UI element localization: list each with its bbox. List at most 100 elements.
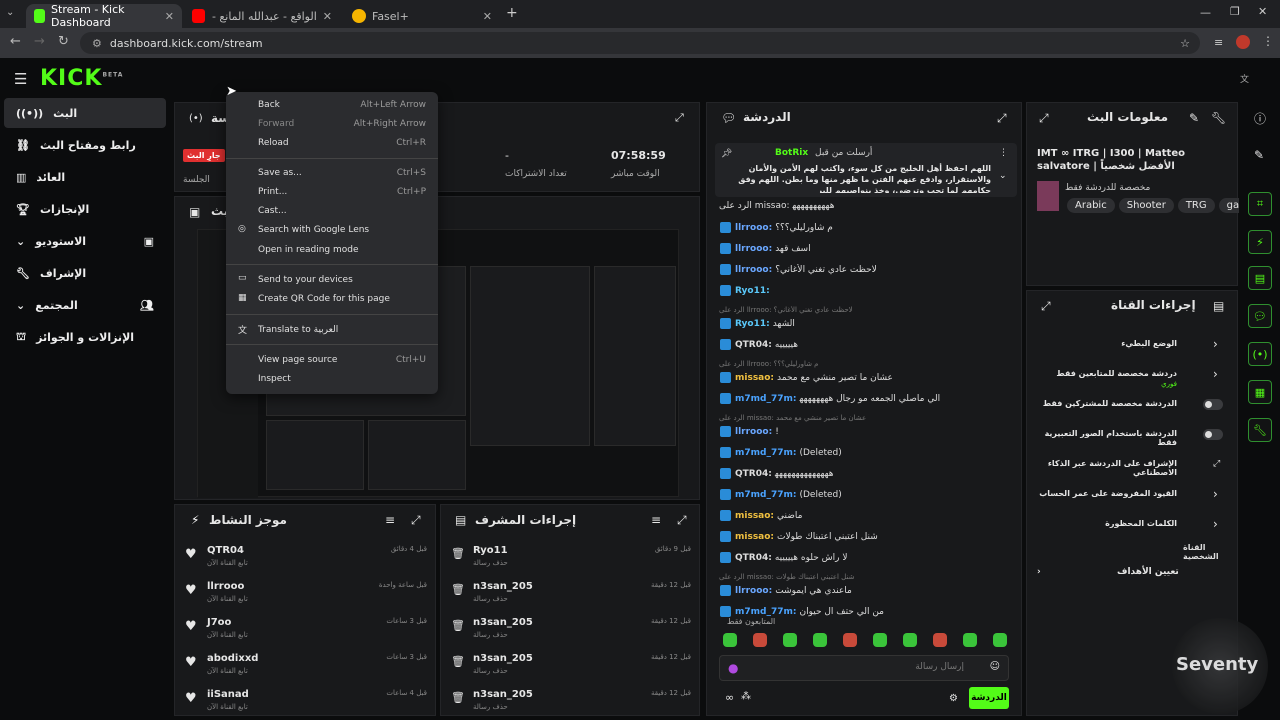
chat-username[interactable]: m7md_77m: [735, 490, 796, 500]
chat-username[interactable]: missao: [735, 532, 774, 542]
chat-username[interactable]: QTR04: [735, 469, 772, 479]
ctx-reading-mode[interactable]: Open in reading mode [258, 243, 426, 257]
chat-username[interactable]: m7md_77m: [735, 607, 796, 617]
chevron-right-icon[interactable]: › [1213, 517, 1218, 531]
emote-icon[interactable] [843, 633, 857, 647]
ctx-search-lens[interactable]: Search with Google Lens [258, 223, 426, 237]
profile-avatar[interactable] [1236, 35, 1250, 49]
sidebar-item-drops[interactable]: ⛫ الإنزالات و الجوائز [4, 322, 166, 352]
tab-fasel[interactable]: Fasel+ ✕ [344, 4, 500, 28]
sidebar-item-revenue[interactable]: ▥ العائد [4, 162, 166, 192]
rail-layout-icon[interactable]: ▦ [1248, 380, 1272, 404]
chevron-right-icon[interactable]: › [1213, 487, 1218, 501]
ctx-translate[interactable]: Translate to العربية [258, 323, 426, 337]
community-icon[interactable]: ⁂ [741, 691, 751, 702]
kick-logo[interactable]: KICKBETA [40, 66, 123, 91]
restore-icon[interactable]: ❐ [1230, 5, 1240, 18]
chevron-down-icon[interactable]: ⌄ [999, 171, 1007, 181]
toggle-switch[interactable] [1203, 429, 1223, 440]
chat-username[interactable]: llrrooo: [735, 586, 772, 596]
emoji-icon[interactable]: ☺ [990, 661, 1000, 672]
close-window-icon[interactable]: ✕ [1258, 5, 1267, 18]
ctx-send-devices[interactable]: Send to your devices [258, 273, 426, 287]
chat-username[interactable]: missao: [735, 373, 774, 383]
ctx-reload[interactable]: Reload Ctrl+R [258, 136, 426, 150]
chat-username[interactable]: llrrooo: [735, 244, 772, 254]
hamburger-menu-icon[interactable]: ☰ [14, 70, 27, 88]
rail-lightning-icon[interactable]: ⚡︎ [1248, 230, 1272, 254]
infinity-icon[interactable]: ∞ [725, 691, 734, 704]
chat-username[interactable]: QTR04: [735, 553, 772, 563]
sidebar-item-stream-key[interactable]: ⛓ رابط ومفتاح البث [4, 130, 166, 160]
tab-youtube[interactable]: الواقع - عبدالله المانع - YouTube ✕ [184, 4, 340, 28]
ctx-save-as[interactable]: Save as... Ctrl+S [258, 166, 426, 180]
rail-chat-icon[interactable]: 💬︎ [1248, 304, 1272, 328]
filter-icon[interactable]: ≡ [651, 513, 661, 527]
ctx-back[interactable]: Back Alt+Left Arrow [258, 98, 426, 112]
ctx-view-source[interactable]: View page source Ctrl+U [258, 353, 426, 367]
expand-icon[interactable]: ⤢ [411, 513, 421, 528]
expand-icon[interactable]: ⤢ [1039, 111, 1049, 126]
minimize-icon[interactable]: — [1200, 6, 1211, 19]
emote-icon[interactable] [963, 633, 977, 647]
ctx-print[interactable]: Print... Ctrl+P [258, 185, 426, 199]
bookmark-star-icon[interactable]: ☆ [1180, 37, 1190, 50]
close-tab-icon[interactable]: ✕ [483, 10, 492, 23]
filter-icon[interactable]: ≡ [385, 513, 395, 527]
external-link-icon[interactable]: ⤢ [1213, 459, 1220, 469]
emote-icon[interactable] [873, 633, 887, 647]
back-icon[interactable]: ← [10, 34, 21, 49]
emote-icon[interactable] [813, 633, 827, 647]
emote-icon[interactable] [903, 633, 917, 647]
emote-icon[interactable] [933, 633, 947, 647]
chat-username[interactable]: llrrooo: [735, 265, 772, 275]
expand-icon[interactable]: ⤢ [675, 111, 684, 125]
chat-username[interactable]: llrrooo: [735, 223, 772, 233]
tab-search-icon[interactable]: ⌄ [6, 7, 14, 18]
sidebar-item-community[interactable]: ⌄ المجتمع 👥︎ [4, 290, 166, 320]
chat-username[interactable]: Ryo11: [735, 286, 770, 296]
close-tab-icon[interactable]: ✕ [323, 10, 332, 23]
browser-menu-icon[interactable]: ⋮ [1262, 34, 1274, 48]
expand-icon[interactable]: ⤢ [677, 513, 687, 528]
ctx-inspect[interactable]: Inspect [258, 372, 426, 386]
tab-kick-dashboard[interactable]: Stream - Kick Dashboard ✕ [26, 3, 182, 29]
rail-crop-icon[interactable]: ⌗ [1248, 192, 1272, 216]
chat-username[interactable]: missao: [735, 511, 774, 521]
expand-icon[interactable]: ⤢ [1041, 299, 1051, 314]
extensions-icon[interactable]: ≡ [1214, 36, 1223, 49]
chat-input[interactable]: ● إرسال رسالة ☺ [719, 655, 1009, 681]
ctx-qr-code[interactable]: Create QR Code for this page [258, 292, 426, 306]
pin-icon[interactable]: 📌︎ [721, 149, 732, 159]
edit-pencil-icon[interactable]: ✎ [1189, 111, 1199, 125]
chevron-right-icon[interactable]: › [1213, 337, 1218, 351]
rail-broadcast-icon[interactable]: (•) [1248, 342, 1272, 366]
emote-icon[interactable] [783, 633, 797, 647]
edit-pencil-icon[interactable]: ✎ [1254, 148, 1264, 162]
chevron-right-icon[interactable]: › [1037, 567, 1041, 577]
site-info-icon[interactable]: ⚙ [92, 37, 102, 50]
chevron-right-icon[interactable]: › [1213, 367, 1218, 381]
toggle-switch[interactable] [1203, 399, 1223, 410]
new-tab-icon[interactable]: + [506, 5, 518, 21]
translate-icon[interactable]: 文 [1240, 72, 1249, 85]
sidebar-item-studio[interactable]: ⌄ الاستوديو ▣ [4, 226, 166, 256]
set-goals-item[interactable]: تعيين الأهداف [1117, 567, 1179, 577]
emote-icon[interactable] [723, 633, 737, 647]
emote-icon[interactable] [753, 633, 767, 647]
close-tab-icon[interactable]: ✕ [165, 10, 174, 23]
ctx-cast[interactable]: Cast... [258, 204, 426, 218]
sidebar-item-moderation[interactable]: 🔧︎ الإشراف [4, 258, 166, 288]
sidebar-item-achievements[interactable]: 🏆︎ الإنجازات [4, 194, 166, 224]
chat-username[interactable]: m7md_77m: [735, 448, 796, 458]
reload-icon[interactable]: ↻ [58, 34, 69, 49]
chat-username[interactable]: Ryo11: [735, 319, 770, 329]
rail-document-icon[interactable]: ▤ [1248, 266, 1272, 290]
send-chat-button[interactable]: الدردشة [969, 687, 1009, 709]
info-icon[interactable]: ⓘ [1254, 110, 1266, 127]
settings-gear-icon[interactable]: ⚙ [949, 693, 958, 704]
expand-icon[interactable]: ⤢ [997, 111, 1007, 126]
address-bar[interactable]: ⚙ dashboard.kick.com/stream ☆ [80, 32, 1200, 54]
forward-icon[interactable]: → [34, 34, 45, 49]
rail-wrench-icon[interactable]: 🔧︎ [1248, 418, 1272, 442]
